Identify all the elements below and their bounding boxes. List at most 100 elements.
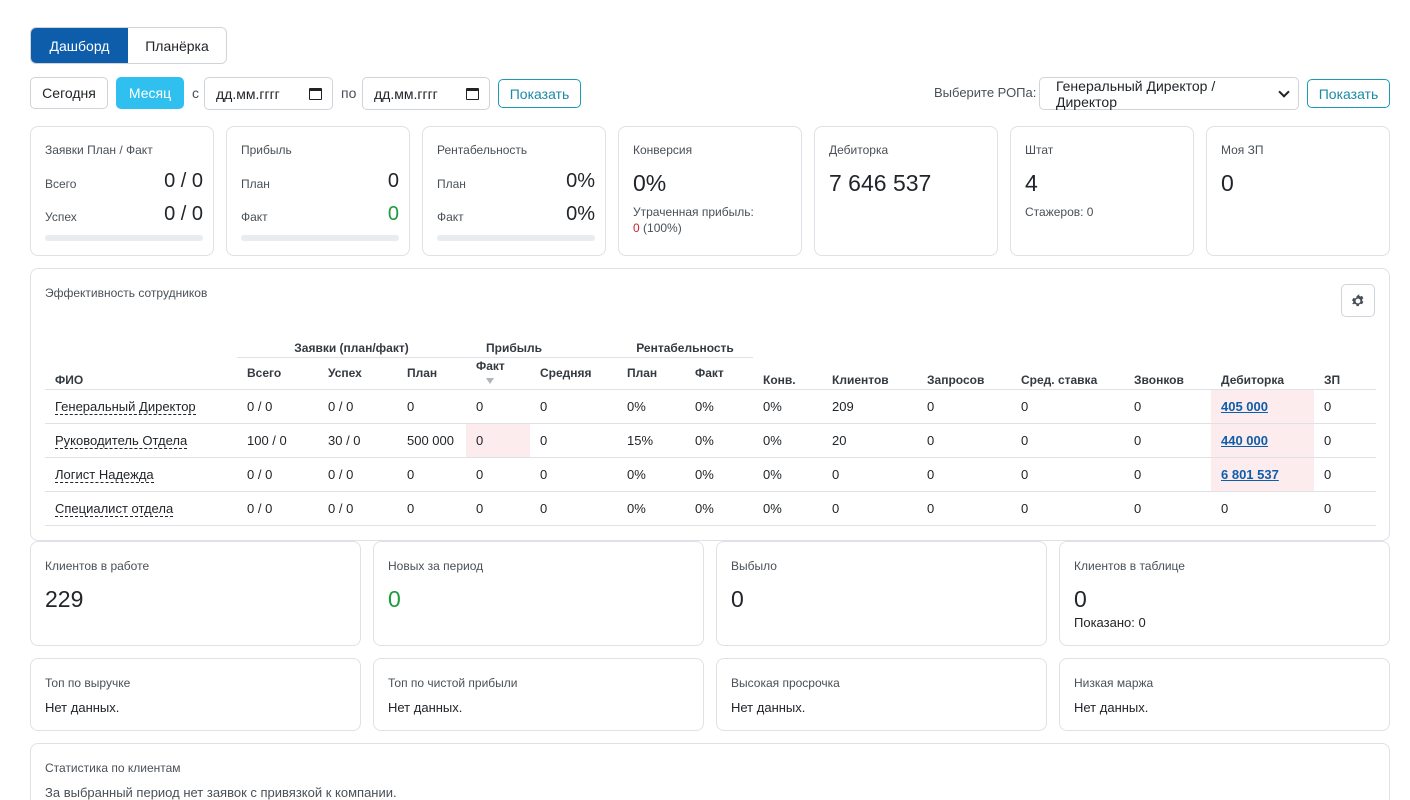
calendar-icon[interactable] bbox=[466, 87, 479, 100]
tab-dashboard[interactable]: Дашборд bbox=[31, 28, 128, 63]
col-group-profit: Прибыль bbox=[486, 340, 542, 355]
receivables-link[interactable]: 405 000 bbox=[1221, 399, 1268, 414]
sort-desc-icon[interactable] bbox=[486, 377, 494, 384]
cell-rate: 0 bbox=[1011, 422, 1124, 457]
rop-label: Выберите РОПа: bbox=[934, 85, 1037, 100]
col-header-receivables: Дебиторка bbox=[1221, 372, 1285, 387]
cell-total: 0 / 0 bbox=[237, 490, 318, 526]
col-header-fact: Факт bbox=[476, 359, 505, 373]
lost-profit-amount: 0 bbox=[633, 221, 640, 235]
kpi-profitability-card: Рентабельность План 0% Факт 0% bbox=[422, 126, 606, 256]
today-button[interactable]: Сегодня bbox=[30, 77, 108, 109]
rop-selected-value: Генеральный Директор / Директор bbox=[1056, 77, 1216, 110]
table-row: Специалист отдела 0 / 0 0 / 0 0 0 0 0% 0… bbox=[45, 490, 1376, 526]
cell-rplan: 0% bbox=[617, 456, 685, 491]
cell-calls: 0 bbox=[1124, 422, 1211, 457]
col-header-fact-sortable[interactable]: Факт bbox=[466, 356, 530, 389]
cell-success: 0 / 0 bbox=[318, 490, 397, 526]
kpi-title: Заявки План / Факт bbox=[45, 143, 153, 157]
lost-profit-value: 0 (100%) bbox=[633, 221, 682, 235]
card-title: Топ по выручке bbox=[45, 676, 131, 690]
col-header-plan: План bbox=[397, 356, 466, 389]
cell-salary: 0 bbox=[1314, 388, 1376, 423]
cell-total: 0 / 0 bbox=[237, 456, 318, 491]
card-title: Клиентов в таблице bbox=[1074, 559, 1185, 573]
card-title: Выбыло bbox=[731, 559, 777, 573]
receivables-link[interactable]: 440 000 bbox=[1221, 433, 1268, 448]
cell-success: 0 / 0 bbox=[318, 388, 397, 423]
cell-queries: 0 bbox=[917, 456, 1011, 491]
calendar-icon[interactable] bbox=[309, 87, 322, 100]
kpi-title: Штат bbox=[1025, 143, 1054, 157]
view-tabs: Дашборд Планёрка bbox=[30, 27, 227, 64]
kpi-value: 0 bbox=[387, 170, 399, 192]
chevron-down-icon bbox=[1278, 85, 1290, 98]
cell-rfact: 0% bbox=[685, 422, 753, 457]
employee-name-link[interactable]: Логист Надежда bbox=[55, 466, 154, 483]
rop-select[interactable]: Генеральный Директор / Директор bbox=[1039, 77, 1299, 110]
kpi-salary-card: Моя ЗП 0 bbox=[1206, 126, 1390, 256]
filter-bar: Сегодня Месяц с дд.мм.гггг по дд.мм.гггг… bbox=[30, 77, 1390, 110]
section-title: Эффективность сотрудников bbox=[45, 286, 208, 300]
top-net-profit-card: Топ по чистой прибыли Нет данных. bbox=[373, 658, 704, 731]
employee-name-link[interactable]: Специалист отдела bbox=[55, 500, 174, 517]
kpi-label: План bbox=[437, 177, 466, 191]
table-row: Логист Надежда 0 / 0 0 / 0 0 0 0 0% 0% 0… bbox=[45, 456, 1376, 491]
date-from-input[interactable]: дд.мм.гггг bbox=[204, 77, 333, 110]
month-button[interactable]: Месяц bbox=[116, 77, 184, 109]
cell-salary: 0 bbox=[1314, 422, 1376, 457]
cell-rate: 0 bbox=[1011, 490, 1124, 526]
cell-clients: 0 bbox=[822, 490, 917, 526]
kpi-title: Прибыль bbox=[241, 143, 292, 157]
show-period-button[interactable]: Показать bbox=[498, 79, 581, 108]
cell-rate: 0 bbox=[1011, 456, 1124, 491]
kpi-requests-card: Заявки План / Факт Всего 0 / 0 Успех 0 /… bbox=[30, 126, 214, 256]
gear-icon bbox=[1352, 293, 1364, 306]
card-value: 0 bbox=[1074, 586, 1087, 612]
cell-plan: 0 bbox=[397, 388, 466, 423]
shown-count: Показано: 0 bbox=[1074, 615, 1146, 630]
clients-in-table-card: Клиентов в таблице 0 Показано: 0 bbox=[1059, 541, 1390, 646]
cell-salary: 0 bbox=[1314, 490, 1376, 526]
receivables-link[interactable]: 6 801 537 bbox=[1221, 467, 1279, 482]
lost-profit-label: Утраченная прибыль: bbox=[633, 205, 754, 219]
cell-conv: 0% bbox=[753, 388, 822, 423]
kpi-title: Конверсия bbox=[633, 143, 693, 157]
tab-planning[interactable]: Планёрка bbox=[128, 28, 226, 63]
show-rop-button[interactable]: Показать bbox=[1307, 79, 1390, 108]
col-group-profitability: Рентабельность bbox=[636, 340, 734, 355]
cell-total: 100 / 0 bbox=[237, 422, 318, 457]
cell-rplan: 15% bbox=[617, 422, 685, 457]
progress-bar bbox=[45, 235, 203, 241]
cell-queries: 0 bbox=[917, 422, 1011, 457]
kpi-label: Всего bbox=[45, 177, 77, 191]
col-header-avg-rate: Сред. ставка bbox=[1021, 372, 1098, 387]
cell-total: 0 / 0 bbox=[237, 388, 318, 423]
progress-bar bbox=[241, 235, 399, 241]
cell-fact: 0 bbox=[466, 422, 530, 457]
section-title: Статистика по клиентам bbox=[45, 761, 181, 775]
card-value: 229 bbox=[45, 586, 84, 612]
cell-rplan: 0% bbox=[617, 388, 685, 423]
cell-receivables: 440 000 bbox=[1211, 422, 1314, 457]
no-data-text: Нет данных. bbox=[1074, 700, 1149, 715]
cell-average: 0 bbox=[530, 388, 617, 423]
kpi-label: Факт bbox=[437, 210, 464, 224]
card-title: Топ по чистой прибыли bbox=[388, 676, 518, 690]
cell-rfact: 0% bbox=[685, 456, 753, 491]
col-header-rfact: Факт bbox=[685, 356, 753, 389]
col-header-rplan: План bbox=[617, 356, 685, 389]
employee-name-link[interactable]: Руководитель Отдела bbox=[55, 432, 188, 449]
cell-queries: 0 bbox=[917, 388, 1011, 423]
cell-fact: 0 bbox=[466, 490, 530, 526]
date-to-input[interactable]: дд.мм.гггг bbox=[362, 77, 490, 110]
cell-clients: 0 bbox=[822, 456, 917, 491]
col-header-salary: ЗП bbox=[1324, 372, 1341, 387]
employee-name-link[interactable]: Генеральный Директор bbox=[55, 398, 196, 415]
kpi-value: 7 646 537 bbox=[829, 170, 932, 196]
kpi-value: 0 / 0 bbox=[164, 203, 203, 225]
table-settings-button[interactable] bbox=[1341, 284, 1375, 317]
cell-clients: 209 bbox=[822, 388, 917, 423]
kpi-value: 0 / 0 bbox=[164, 170, 203, 192]
top-revenue-card: Топ по выручке Нет данных. bbox=[30, 658, 361, 731]
